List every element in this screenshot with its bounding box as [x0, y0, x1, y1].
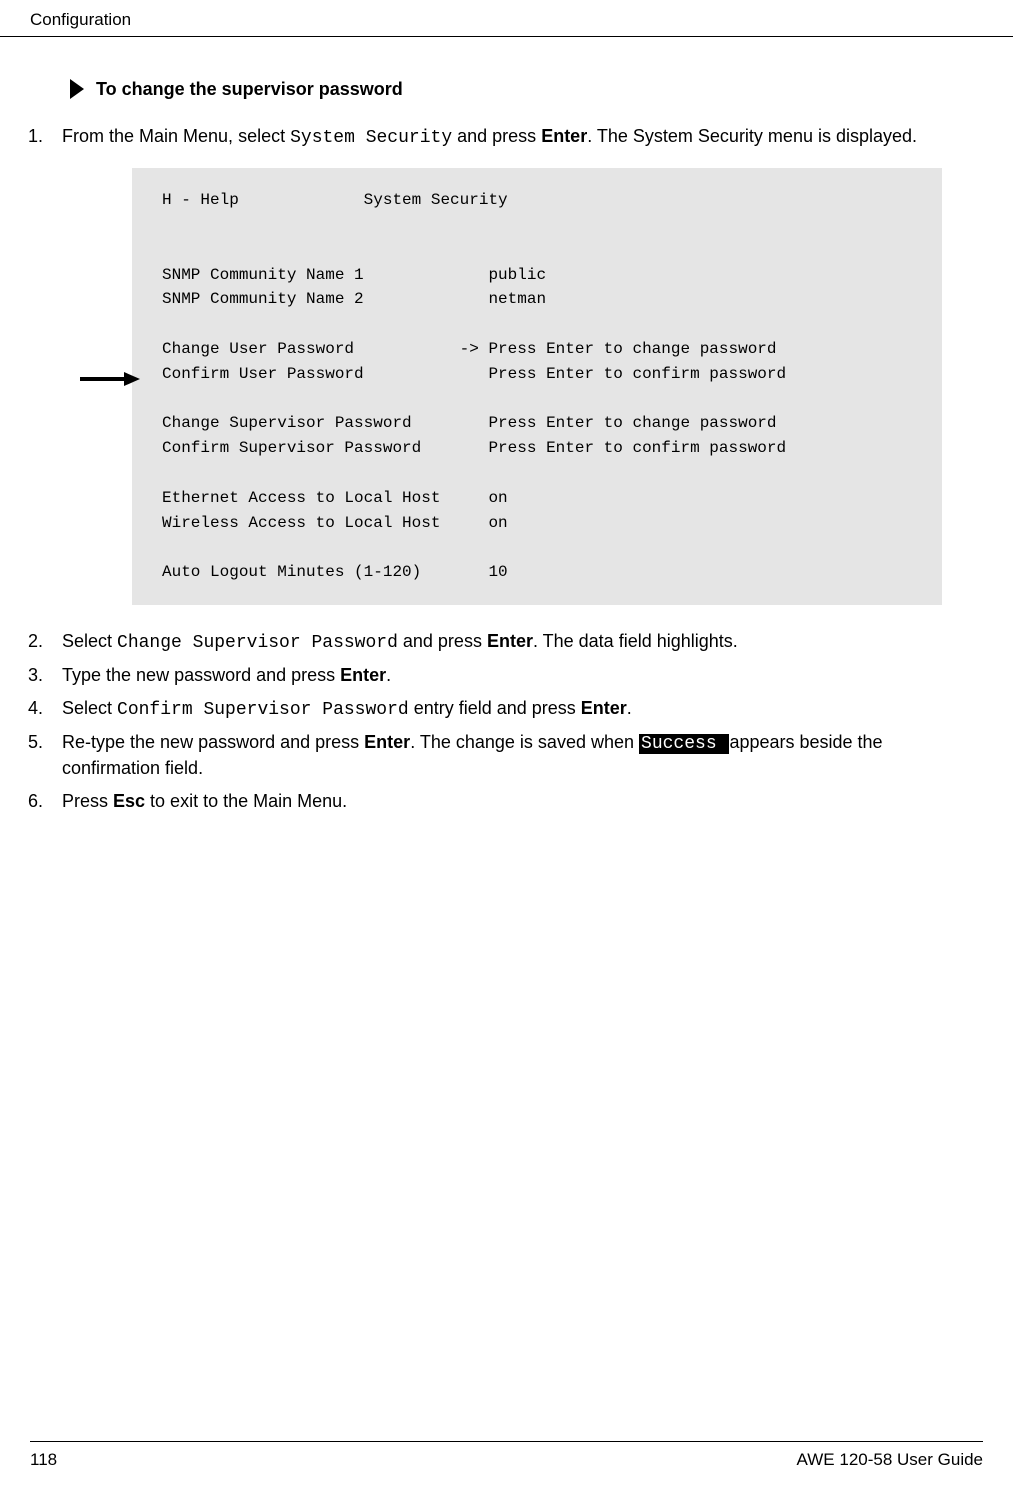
page-number: 118: [30, 1448, 57, 1472]
heading-arrow-icon: [70, 79, 86, 99]
confirm-supervisor-code: Confirm Supervisor Password: [117, 700, 409, 720]
header-rule: [0, 36, 1013, 37]
step-5: Re-type the new password and press Enter…: [48, 730, 983, 781]
step-3: Type the new password and press Enter.: [48, 663, 983, 687]
steps-list: From the Main Menu, select System Securi…: [30, 124, 983, 813]
terminal-screen: H - Help System Security SNMP Community …: [132, 168, 942, 605]
page-header: Configuration: [0, 0, 1013, 36]
page-footer: 118 AWE 120-58 User Guide: [0, 1441, 1013, 1472]
step-4: Select Confirm Supervisor Password entry…: [48, 696, 983, 722]
pointer-arrow-icon: [80, 368, 140, 392]
change-supervisor-code: Change Supervisor Password: [117, 633, 398, 653]
guide-title: AWE 120-58 User Guide: [797, 1448, 983, 1472]
page-content: To change the supervisor password From t…: [0, 77, 1013, 813]
step-2: Select Change Supervisor Password and pr…: [48, 629, 983, 655]
header-section: Configuration: [30, 10, 131, 29]
step-1: From the Main Menu, select System Securi…: [48, 124, 983, 605]
enter-key: Enter: [364, 732, 410, 752]
enter-key: Enter: [541, 126, 587, 146]
step-6: Press Esc to exit to the Main Menu.: [48, 789, 983, 813]
enter-key: Enter: [340, 665, 386, 685]
screen-wrapper: H - Help System Security SNMP Community …: [62, 168, 983, 605]
system-security-code: System Security: [290, 128, 452, 148]
enter-key: Enter: [487, 631, 533, 651]
success-indicator: Success: [639, 734, 729, 754]
heading-title: To change the supervisor password: [96, 77, 403, 102]
enter-key: Enter: [581, 698, 627, 718]
esc-key: Esc: [113, 791, 145, 811]
section-heading: To change the supervisor password: [92, 77, 983, 102]
